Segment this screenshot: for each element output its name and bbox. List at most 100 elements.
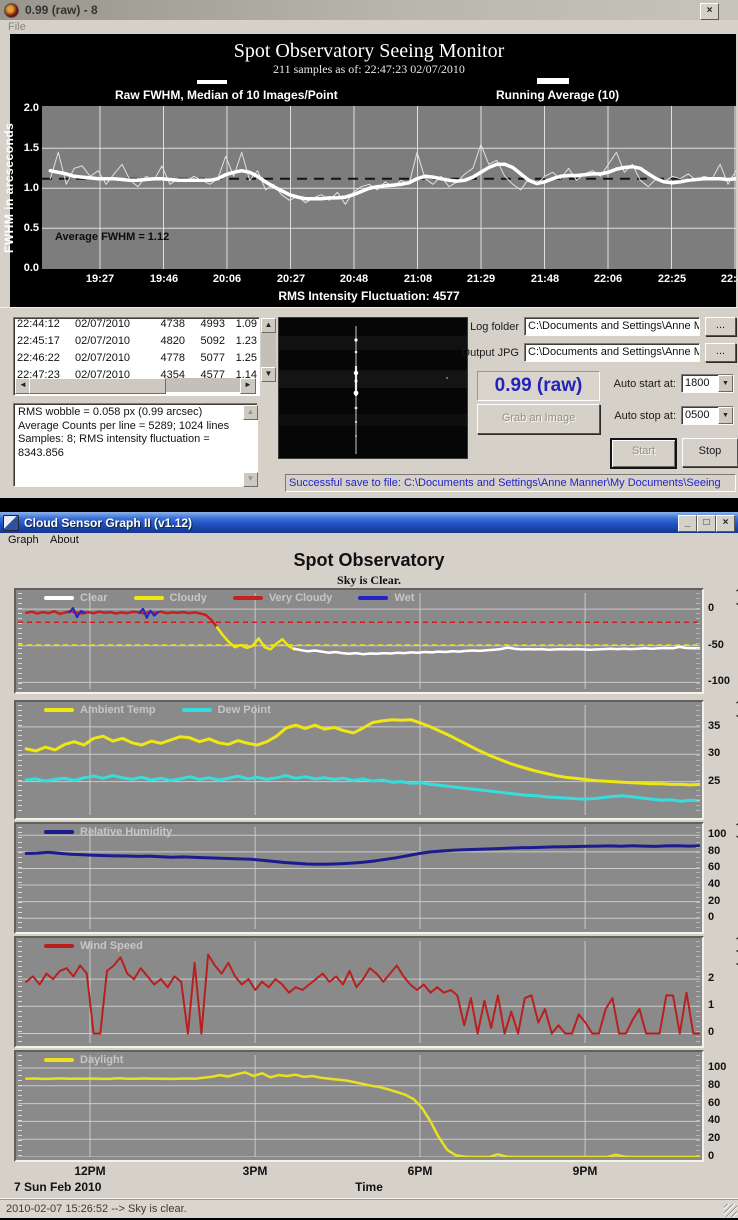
statistics-textbox[interactable]: RMS wobble = 0.058 px (0.99 arcsec)Avera… [13, 403, 258, 487]
close-button[interactable]: × [700, 3, 719, 20]
auto-stop-select[interactable]: 0500 ▼ [681, 406, 734, 425]
x-tick-label: 6PM [408, 1164, 433, 1178]
scroll-down-icon[interactable]: ▼ [261, 367, 276, 382]
y-tick-label: 0 [708, 1026, 714, 1038]
start-button[interactable]: Start [610, 438, 677, 469]
y-tick-label: 100 [708, 1061, 726, 1073]
humidity-chart [18, 827, 700, 929]
app-icon [3, 515, 19, 531]
x-tick-label: 21:08 [404, 273, 432, 285]
legend-label: Ambient Temp [80, 704, 156, 716]
x-tick-label: 21:48 [531, 273, 559, 285]
y-tick-label: 25 [708, 775, 720, 787]
window-title: 0.99 (raw) - 8 [25, 3, 98, 17]
x-tick-label: 22:25 [658, 273, 686, 285]
humidity-chart-row: Relative Humidity 100806040200 (%) [14, 822, 738, 934]
table-cell: 9 [257, 352, 260, 365]
minimize-button[interactable]: _ [678, 515, 697, 532]
y-tick-label: 30 [708, 747, 720, 759]
table-cell: 02/07/2010 [75, 318, 145, 331]
menu-about[interactable]: About [50, 534, 79, 546]
chart-frame [14, 1050, 704, 1162]
x-tick-label: 20:48 [340, 273, 368, 285]
auto-stop-label: Auto stop at: [610, 410, 676, 422]
table-cell: 5077 [185, 352, 225, 365]
y-tick-label: 20 [708, 1132, 720, 1144]
legend-label: Cloudy [170, 592, 207, 604]
table-row[interactable]: 22:46:2202/07/2010477850771.259 [14, 352, 259, 369]
close-button[interactable]: × [716, 515, 735, 532]
resize-grip-icon[interactable] [724, 1204, 737, 1217]
table-cell: 1.23 [225, 335, 257, 348]
sky-condition-subheading: Sky is Clear. [0, 573, 738, 588]
scroll-up-icon[interactable]: ▲ [261, 318, 276, 333]
y-tick-label: 1.5 [24, 142, 39, 154]
status-bar: 2010-02-07 15:26:52 --> Sky is clear. [0, 1198, 738, 1218]
log-horizontal-scrollbar[interactable]: ◄ ► [15, 378, 256, 392]
legend-item: Cloudy [134, 592, 207, 604]
x-tick-label: 19:27 [86, 273, 114, 285]
y-tick-label: -100 [708, 675, 730, 687]
grab-image-button[interactable]: Grab an Image [477, 404, 600, 434]
running-average-legend-swatch [537, 78, 569, 84]
menu-file[interactable]: File [8, 21, 26, 33]
chevron-down-icon[interactable]: ▼ [718, 375, 733, 392]
x-tick-label: 19:46 [150, 273, 178, 285]
table-cell: 9 [257, 369, 260, 382]
y-tick-label: 80 [708, 845, 720, 857]
table-cell: 9 [257, 318, 260, 331]
titlebar[interactable]: Cloud Sensor Graph II (v1.12) [0, 512, 738, 533]
menubar: File [0, 20, 738, 34]
table-cell: 22:44:12 [17, 318, 75, 331]
log-folder-browse-button[interactable]: ... [705, 317, 736, 336]
x-tick-label: 20:27 [277, 273, 305, 285]
seeing-chart [42, 106, 736, 269]
running-average-legend-label: Running Average (10) [496, 88, 619, 102]
y-tick-label: 0 [708, 911, 714, 923]
y-tick-label: 40 [708, 878, 720, 890]
y-tick-label: 2.0 [24, 102, 39, 114]
save-status-field[interactable]: Successful save to file: C:\Documents an… [285, 474, 736, 492]
chart-legend: Ambient Temp Dew Point [44, 704, 271, 716]
maximize-button[interactable]: □ [697, 515, 716, 532]
log-folder-input[interactable]: C:\Documents and Settings\Anne Manner [524, 317, 700, 336]
legend-swatch [182, 708, 212, 712]
scroll-down-icon[interactable]: ▼ [243, 472, 258, 487]
table-row[interactable]: 22:44:1202/07/2010473849931.099 [14, 318, 259, 335]
log-vertical-scrollbar[interactable]: ▲ ▼ [261, 318, 276, 382]
scrollbar-thumb[interactable] [29, 378, 166, 394]
legend-swatch [134, 596, 164, 600]
average-fwhm-annotation: Average FWHM = 1.12 [55, 231, 169, 243]
legend-label: Daylight [80, 1054, 123, 1066]
legend-item: Relative Humidity [44, 826, 172, 838]
table-cell: 9 [257, 335, 260, 348]
scroll-right-icon[interactable]: ► [240, 378, 256, 394]
chart-subtitle: 211 samples as of: 22:47:23 02/07/2010 [0, 62, 738, 77]
chevron-down-icon[interactable]: ▼ [718, 407, 733, 424]
table-cell: 4993 [185, 318, 225, 331]
table-cell: 1.25 [225, 352, 257, 365]
menu-graph[interactable]: Graph [8, 534, 39, 546]
stop-button[interactable]: Stop [682, 438, 738, 467]
legend-item: Wet [358, 592, 414, 604]
table-cell: 4820 [145, 335, 185, 348]
legend-swatch [44, 944, 74, 948]
legend-label: Dew Point [218, 704, 271, 716]
x-tick-label: 9PM [573, 1164, 598, 1178]
output-jpg-input[interactable]: C:\Documents and Settings\Anne Manner [524, 343, 700, 362]
screen: 0.99 (raw) - 8 × File Spot Observatory S… [0, 0, 738, 1220]
chart-frame [14, 936, 704, 1048]
chart-frame [14, 700, 704, 820]
auto-start-select[interactable]: 1800 ▼ [681, 374, 734, 393]
legend-label: Very Cloudy [269, 592, 333, 604]
table-row[interactable]: 22:45:1702/07/2010482050921.239 [14, 335, 259, 352]
titlebar[interactable]: 0.99 (raw) - 8 [0, 0, 738, 20]
table-cell: 02/07/2010 [75, 335, 145, 348]
scroll-up-icon[interactable]: ▲ [243, 405, 258, 420]
temperature-chart [18, 705, 700, 815]
window-title: Cloud Sensor Graph II (v1.12) [24, 516, 192, 530]
chart-legend: Wind Speed [44, 940, 143, 952]
wind-chart-row: Wind Speed 210 (mph) [14, 936, 738, 1048]
y-tick-label: -50 [708, 639, 724, 651]
output-jpg-browse-button[interactable]: ... [705, 343, 736, 362]
